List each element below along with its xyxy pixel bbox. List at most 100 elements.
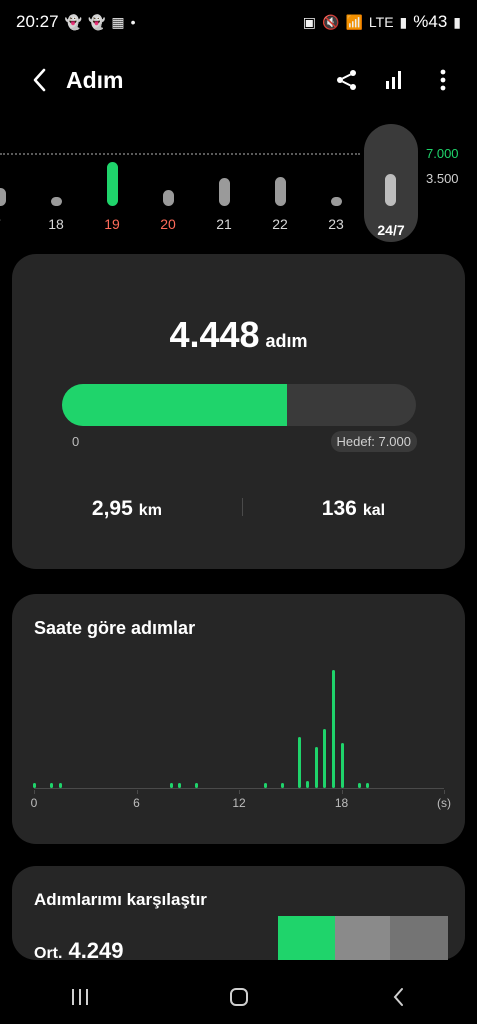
calories-value: 136: [321, 497, 357, 520]
progress-zero-label: 0: [72, 434, 80, 449]
home-button[interactable]: [219, 977, 259, 1017]
hour-axis-label: 6: [133, 796, 140, 810]
day-bar-19[interactable]: [107, 162, 118, 206]
compare-card[interactable]: Adımlarımı karşılaştır Ort. 4.249: [12, 866, 465, 963]
hour-tick: [136, 790, 138, 794]
steps-card: 4.448 adım 0 Hedef: 7.000 2,95 km 136 kal: [12, 254, 465, 569]
hour-axis-label: (s): [437, 796, 451, 810]
hour-tick: [239, 790, 240, 794]
share-button[interactable]: [333, 66, 361, 94]
status-bar: 20:27 👻 👻 ▦ • ▣ 🔇 📶 LTE ▮ %43 ▮: [0, 0, 477, 44]
snapchat-icon: 👻: [64, 13, 82, 30]
stats-row: 2,95 km 136 kal: [12, 497, 465, 521]
steps-total: 4.448 adım: [12, 314, 465, 356]
average-label: Ort.: [34, 945, 63, 962]
day-label-22[interactable]: 22: [265, 216, 295, 232]
more-vertical-icon: [440, 69, 446, 91]
day-bar-23[interactable]: [331, 197, 342, 206]
dot-icon: •: [130, 14, 136, 30]
hour-bar: [366, 783, 370, 788]
distance-stat: 2,95 km: [92, 497, 162, 521]
hour-bar: [314, 747, 318, 788]
hourly-chart: 0 6 12 18 (s): [12, 594, 465, 844]
hour-bar: [169, 783, 173, 788]
average-value: 4.249: [68, 938, 124, 963]
distance-value: 2,95: [91, 497, 133, 520]
chevron-left-icon: [33, 68, 46, 92]
bar-chart-icon: [386, 71, 401, 89]
hour-bar: [340, 743, 344, 788]
steps-value: 4.448: [169, 314, 260, 355]
hour-bar: [280, 783, 284, 788]
day-label-21[interactable]: 21: [209, 216, 239, 232]
battery-percent: %43: [413, 12, 448, 31]
mute-icon: 🔇: [322, 13, 340, 30]
back-button[interactable]: [20, 60, 60, 100]
steps-unit: adım: [265, 331, 308, 351]
day-label-18[interactable]: 18: [41, 216, 71, 232]
24-7-pill[interactable]: 24/7: [364, 124, 418, 242]
more-options-button[interactable]: [429, 66, 457, 94]
hour-bar: [297, 737, 301, 788]
day-label-20[interactable]: 20: [153, 216, 183, 232]
signal-icon: ▮: [399, 13, 408, 30]
lte-text: LTE: [368, 14, 394, 30]
hour-bar: [323, 729, 327, 788]
battery-saver-icon: ▣: [302, 13, 317, 30]
daily-steps-chart[interactable]: 24/7 7.000 3.500 7 18 19 20 21 22 23: [0, 118, 477, 248]
hour-tick: [444, 790, 445, 794]
hour-bar: [357, 783, 361, 788]
compare-bar-3: [390, 916, 448, 960]
home-icon: [229, 988, 248, 1006]
steps-progress-bar: [62, 384, 416, 426]
compare-card-title: Adımlarımı karşılaştır: [34, 890, 207, 909]
back-nav-button[interactable]: [378, 977, 418, 1017]
goal-dotted-line: [0, 153, 360, 155]
calories-stat: 136 kal: [322, 497, 385, 521]
goal-badge: Hedef: 7.000: [330, 431, 417, 452]
page-title: Adım: [66, 66, 124, 93]
day-bar-20[interactable]: [163, 190, 174, 206]
calories-unit: kal: [362, 502, 386, 519]
day-label-7[interactable]: 7: [0, 216, 12, 232]
day-bar-7[interactable]: [0, 188, 6, 206]
share-icon: [337, 70, 356, 90]
snapchat-icon-2: 👻: [87, 13, 106, 30]
hour-bar: [58, 783, 62, 788]
hour-bar: [263, 783, 267, 788]
hour-axis-label: 18: [334, 796, 349, 810]
system-nav-bar: [0, 970, 477, 1024]
hour-bar: [50, 783, 54, 788]
hour-axis-label: 12: [232, 796, 246, 810]
day-label-19[interactable]: 19: [97, 216, 127, 232]
compare-bar-today: [278, 916, 335, 960]
hourly-steps-card[interactable]: Saate göre adımlar 0 6 12 18 (s): [12, 594, 465, 844]
24-7-bar: [385, 174, 396, 206]
hour-bar: [306, 781, 310, 788]
day-bar-18[interactable]: [51, 197, 62, 206]
battery-icon: ▮: [453, 13, 461, 30]
compare-bar-2: [335, 916, 390, 960]
day-bar-21[interactable]: [219, 178, 230, 206]
hourly-baseline: [34, 788, 444, 789]
back-nav-icon: [393, 988, 403, 1006]
hour-bar: [178, 783, 182, 788]
axis-7000: 7.000: [426, 146, 459, 161]
average-row: Ort. 4.249: [34, 938, 124, 964]
hour-axis-label: 0: [30, 796, 38, 810]
app-icon: ▦: [111, 13, 125, 30]
hour-bar: [33, 783, 36, 788]
day-bar-22[interactable]: [275, 177, 286, 206]
steps-progress-fill: [62, 384, 287, 426]
distance-unit: km: [138, 502, 162, 519]
recent-apps-icon: [71, 989, 88, 1005]
24-7-label: 24/7: [377, 222, 405, 238]
hour-tick: [341, 790, 343, 794]
recent-apps-button[interactable]: [60, 977, 100, 1017]
top-bar: Adım: [0, 52, 477, 108]
stats-button[interactable]: [381, 66, 409, 94]
axis-3500: 3.500: [426, 171, 459, 186]
hour-tick: [34, 790, 35, 794]
day-label-23[interactable]: 23: [321, 216, 351, 232]
hour-bar: [331, 670, 335, 788]
